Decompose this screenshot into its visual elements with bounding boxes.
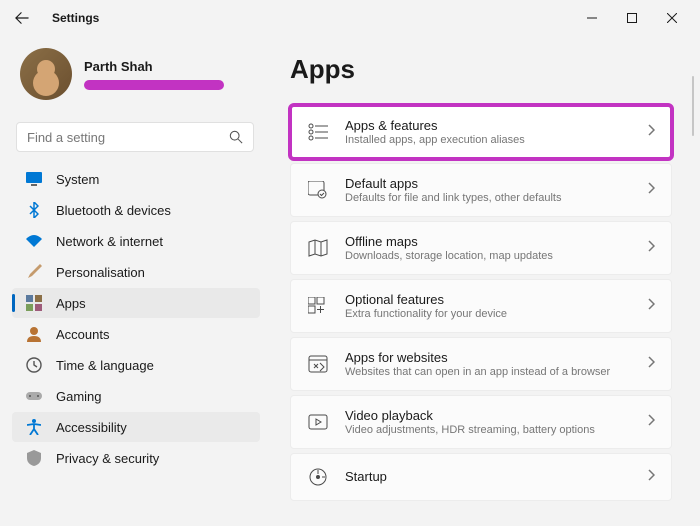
sidebar-item-label: Personalisation [56,265,145,280]
titlebar-left: Settings [8,4,99,32]
sidebar-item-label: Network & internet [56,234,163,249]
search-icon [229,130,243,144]
card-body: Startup [345,469,631,485]
optional-features-icon [307,295,329,317]
sidebar-item-gaming[interactable]: Gaming [12,381,260,411]
chevron-right-icon [647,123,655,141]
card-title: Startup [345,469,631,484]
card-sub: Websites that can open in an app instead… [345,366,631,378]
card-sub: Downloads, storage location, map updates [345,250,631,262]
profile[interactable]: Parth Shah [12,44,260,112]
sidebar-item-label: Accounts [56,327,109,342]
close-button[interactable] [652,2,692,34]
chevron-right-icon [647,468,655,486]
card-sub: Defaults for file and link types, other … [345,192,631,204]
settings-window: Settings Parth Shah [0,0,700,526]
wifi-icon [26,233,42,249]
card-sub: Extra functionality for your device [345,308,631,320]
profile-email-redacted [84,80,224,90]
sidebar-item-label: Time & language [56,358,154,373]
titlebar: Settings [0,0,700,36]
avatar [20,48,72,100]
profile-name: Parth Shah [84,59,224,74]
card-title: Video playback [345,408,631,423]
card-optional-features[interactable]: Optional features Extra functionality fo… [290,279,672,333]
sidebar-item-label: Accessibility [56,420,127,435]
sidebar: Parth Shah System Bluetooth & devices [0,36,262,526]
maps-icon [307,237,329,259]
card-body: Apps for websites Websites that can open… [345,350,631,378]
apps-websites-icon [307,353,329,375]
card-apps-features[interactable]: Apps & features Installed apps, app exec… [290,105,672,159]
maximize-button[interactable] [612,2,652,34]
apps-icon [26,295,42,311]
profile-info: Parth Shah [84,59,224,90]
card-offline-maps[interactable]: Offline maps Downloads, storage location… [290,221,672,275]
sidebar-item-network[interactable]: Network & internet [12,226,260,256]
nav-list: System Bluetooth & devices Network & int… [12,164,260,473]
card-body: Optional features Extra functionality fo… [345,292,631,320]
back-arrow-icon [15,11,29,25]
cards-list: Apps & features Installed apps, app exec… [290,105,672,501]
search-input[interactable] [27,130,221,145]
system-icon [26,171,42,187]
sidebar-item-time[interactable]: Time & language [12,350,260,380]
card-apps-websites[interactable]: Apps for websites Websites that can open… [290,337,672,391]
card-video-playback[interactable]: Video playback Video adjustments, HDR st… [290,395,672,449]
sidebar-item-system[interactable]: System [12,164,260,194]
privacy-icon [26,450,42,466]
window-title: Settings [52,11,99,25]
sidebar-item-label: Privacy & security [56,451,159,466]
time-icon [26,357,42,373]
search-box[interactable] [16,122,254,152]
sidebar-item-label: Apps [56,296,86,311]
sidebar-item-label: System [56,172,99,187]
card-body: Apps & features Installed apps, app exec… [345,118,631,146]
main-panel: Apps Apps & features Installed apps, app… [262,36,700,526]
card-sub: Video adjustments, HDR streaming, batter… [345,424,631,436]
chevron-right-icon [647,181,655,199]
card-default-apps[interactable]: Default apps Defaults for file and link … [290,163,672,217]
sidebar-item-bluetooth[interactable]: Bluetooth & devices [12,195,260,225]
chevron-right-icon [647,355,655,373]
sidebar-item-accessibility[interactable]: Accessibility [12,412,260,442]
card-title: Apps & features [345,118,631,133]
chevron-right-icon [647,413,655,431]
sidebar-item-apps[interactable]: Apps [12,288,260,318]
card-title: Offline maps [345,234,631,249]
sidebar-item-accounts[interactable]: Accounts [12,319,260,349]
content: Parth Shah System Bluetooth & devices [0,36,700,526]
card-body: Offline maps Downloads, storage location… [345,234,631,262]
brush-icon [26,264,42,280]
back-button[interactable] [8,4,36,32]
page-title: Apps [290,54,672,85]
sidebar-item-label: Bluetooth & devices [56,203,171,218]
card-body: Video playback Video adjustments, HDR st… [345,408,631,436]
card-title: Apps for websites [345,350,631,365]
window-controls [572,2,692,34]
accessibility-icon [26,419,42,435]
video-icon [307,411,329,433]
startup-icon [307,466,329,488]
bluetooth-icon [26,202,42,218]
sidebar-item-label: Gaming [56,389,102,404]
card-sub: Installed apps, app execution aliases [345,134,631,146]
close-icon [667,13,677,23]
accounts-icon [26,326,42,342]
sidebar-item-personalisation[interactable]: Personalisation [12,257,260,287]
minimize-button[interactable] [572,2,612,34]
gaming-icon [26,388,42,404]
minimize-icon [587,13,597,23]
card-title: Default apps [345,176,631,191]
chevron-right-icon [647,297,655,315]
maximize-icon [627,13,637,23]
card-startup[interactable]: Startup [290,453,672,501]
apps-features-icon [307,121,329,143]
card-body: Default apps Defaults for file and link … [345,176,631,204]
chevron-right-icon [647,239,655,257]
scrollbar[interactable] [692,76,694,136]
card-title: Optional features [345,292,631,307]
sidebar-item-privacy[interactable]: Privacy & security [12,443,260,473]
default-apps-icon [307,179,329,201]
